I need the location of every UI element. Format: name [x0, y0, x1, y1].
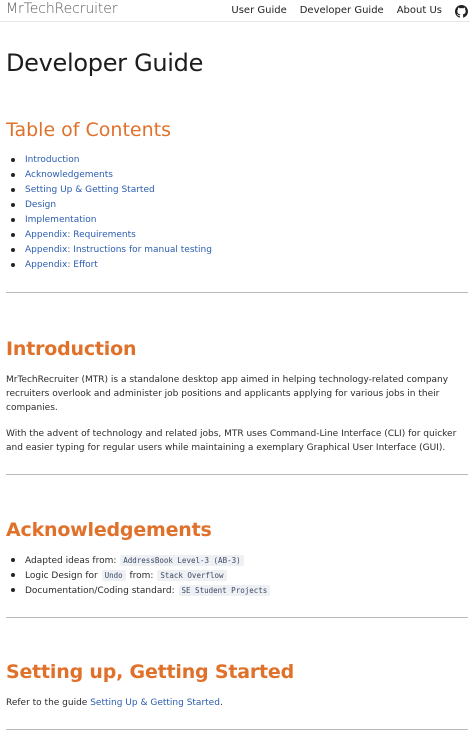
divider — [6, 617, 468, 618]
toc-item: Implementation — [11, 215, 212, 230]
acknowledgements-heading: Acknowledgements — [6, 519, 212, 541]
toc-item: Introduction — [11, 155, 212, 170]
introduction-paragraph-2: With the advent of technology and relate… — [6, 429, 457, 453]
code-undo: Undo — [101, 570, 126, 581]
code-ab3[interactable]: AddressBook Level-3 (AB-3) — [120, 555, 244, 566]
toc-link-introduction[interactable]: Introduction — [25, 155, 80, 165]
divider — [6, 292, 468, 293]
toc-link-implementation[interactable]: Implementation — [25, 215, 96, 225]
nav-links: User Guide Developer Guide About Us — [218, 3, 468, 18]
introduction-paragraph-1: MrTechRecruiter (MTR) is a standalone de… — [6, 375, 449, 413]
toc-item: Appendix: Instructions for manual testin… — [11, 245, 212, 260]
nav-user-guide[interactable]: User Guide — [231, 5, 286, 16]
toc-link-effort[interactable]: Appendix: Effort — [25, 260, 98, 270]
toc-heading: Table of Contents — [6, 119, 171, 141]
ack-text: Adapted ideas from: — [25, 556, 120, 566]
code-se-student-projects[interactable]: SE Student Projects — [178, 585, 271, 596]
toc-link-setup[interactable]: Setting Up & Getting Started — [25, 185, 155, 195]
introduction-heading: Introduction — [6, 338, 137, 360]
toc-item: Design — [11, 200, 212, 215]
ack-text: Logic Design for — [25, 571, 101, 581]
toc-link-design[interactable]: Design — [25, 200, 56, 210]
site-brand[interactable]: MrTechRecruiter — [6, 1, 118, 17]
toc-link-requirements[interactable]: Appendix: Requirements — [25, 230, 136, 240]
setup-guide-link[interactable]: Setting Up & Getting Started — [90, 698, 220, 708]
github-icon[interactable] — [455, 3, 468, 18]
toc-link-manual-testing[interactable]: Appendix: Instructions for manual testin… — [25, 245, 212, 255]
ack-text: from: — [126, 571, 157, 581]
setup-text-end: . — [219, 698, 223, 708]
page-title: Developer Guide — [6, 49, 204, 77]
ack-text: Documentation/Coding standard: — [25, 586, 178, 596]
top-navbar: MrTechRecruiter User Guide Developer Gui… — [0, 0, 470, 22]
nav-developer-guide[interactable]: Developer Guide — [300, 5, 384, 16]
nav-about-us[interactable]: About Us — [397, 5, 442, 16]
toc-item: Setting Up & Getting Started — [11, 185, 212, 200]
list-item: Logic Design for Undo from: Stack Overfl… — [10, 569, 271, 584]
code-stack-overflow[interactable]: Stack Overflow — [157, 570, 227, 581]
setup-text: Refer to the guide — [6, 698, 91, 708]
toc-item: Acknowledgements — [11, 170, 212, 185]
toc-item: Appendix: Effort — [11, 260, 212, 275]
divider — [6, 474, 468, 475]
setup-heading: Setting up, Getting Started — [6, 661, 294, 683]
list-item: Adapted ideas from: AddressBook Level-3 … — [10, 554, 271, 569]
setup-paragraph: Refer to the guide Setting Up & Getting … — [6, 696, 468, 710]
list-item: Documentation/Coding standard: SE Studen… — [10, 584, 271, 599]
acknowledgements-list: Adapted ideas from: AddressBook Level-3 … — [10, 554, 271, 599]
toc-list: Introduction Acknowledgements Setting Up… — [11, 155, 212, 275]
divider — [6, 729, 468, 730]
toc-link-acknowledgements[interactable]: Acknowledgements — [25, 170, 113, 180]
toc-item: Appendix: Requirements — [11, 230, 212, 245]
